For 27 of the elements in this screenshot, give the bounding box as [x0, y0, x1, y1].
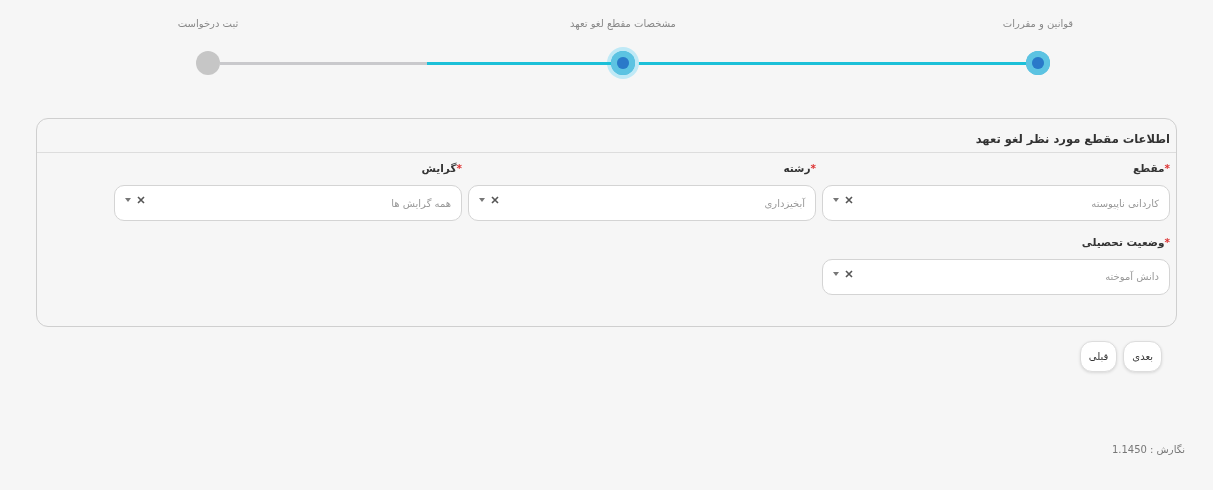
clear-icon[interactable] — [845, 269, 853, 278]
step-label: مشخصات مقطع لغو تعهد — [569, 17, 677, 31]
version-text: نگارش : 1.1450 — [1111, 443, 1185, 457]
required-mark: * — [456, 162, 462, 175]
select-field[interactable]: کاردانی ناپیوسته — [822, 185, 1170, 221]
caret-icon[interactable] — [125, 198, 131, 202]
required-mark: * — [1164, 236, 1170, 248]
field-label: مقطع — [1133, 162, 1165, 175]
clear-icon[interactable] — [845, 196, 853, 204]
section-title: اطلاعات مقطع مورد نظر لغو تعهد — [37, 131, 1176, 154]
select-field[interactable]: دانش آموخته — [822, 258, 1170, 295]
caret-icon[interactable] — [479, 198, 485, 202]
step-label: ثبت درخواست — [176, 17, 240, 31]
step-label: قوانین و مقررات — [1001, 17, 1075, 31]
caret-icon[interactable] — [833, 198, 839, 202]
caret-icon[interactable] — [833, 271, 839, 276]
clear-icon[interactable] — [491, 196, 499, 204]
required-mark: * — [810, 162, 816, 175]
next-button[interactable]: بعدی — [1123, 341, 1162, 372]
select-field[interactable]: آبخیزداری — [468, 185, 816, 221]
field-label: گرایش — [421, 162, 457, 175]
required-mark: * — [1164, 162, 1170, 175]
previous-button[interactable]: قبلی — [1079, 341, 1118, 372]
clear-icon[interactable] — [137, 196, 145, 204]
field-label: وضعیت تحصیلی — [1081, 236, 1165, 248]
field-label: رشته — [783, 162, 811, 175]
select-field[interactable]: همه گرایش ها — [114, 185, 462, 221]
